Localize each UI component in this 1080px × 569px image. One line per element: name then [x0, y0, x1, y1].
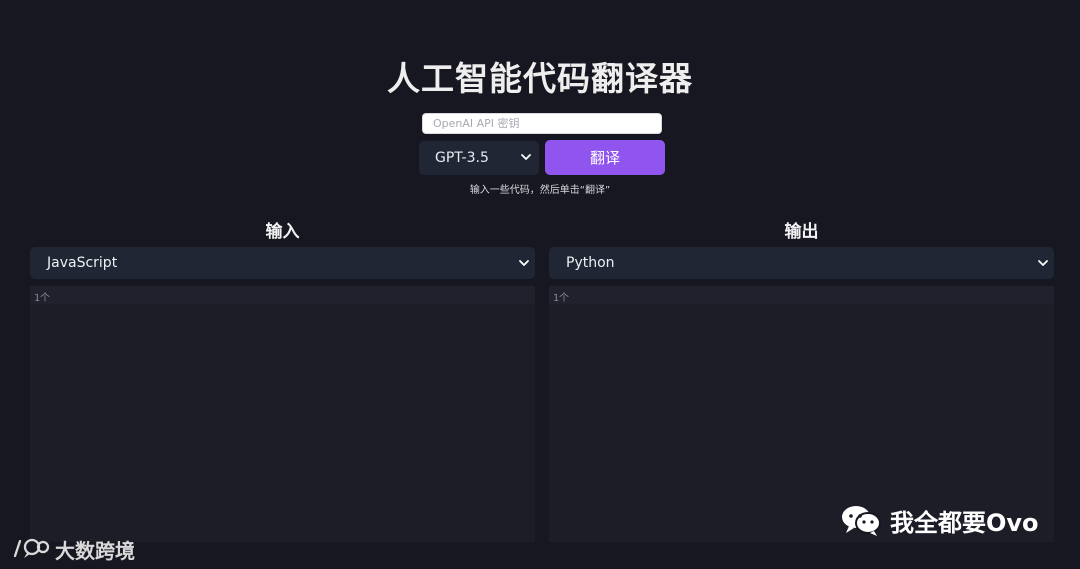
right-watermark: 我全都要Ovo: [840, 501, 1039, 539]
chevron-down-icon: [1038, 260, 1048, 266]
editor-line-row: 1个: [549, 286, 1054, 304]
line-number: 1个: [553, 293, 570, 304]
line-number: 1个: [34, 293, 51, 304]
editor-line-row: 1个: [30, 286, 535, 304]
input-language-select[interactable]: JavaScript: [30, 247, 535, 279]
page-title: 人工智能代码翻译器: [387, 59, 693, 98]
left-watermark: 大数跨境: [12, 535, 135, 563]
chevron-down-icon: [521, 154, 531, 160]
instruction-hint: 输入一些代码，然后单击“翻译”: [469, 185, 611, 196]
right-watermark-text: 我全都要Ovo: [890, 508, 1039, 537]
model-select-value: GPT-3.5: [435, 150, 489, 166]
chevron-down-icon: [519, 260, 529, 266]
input-heading: 输入: [265, 222, 300, 242]
translate-button[interactable]: 翻译: [545, 140, 665, 175]
model-select[interactable]: GPT-3.5: [419, 141, 539, 175]
openai-api-key-input[interactable]: [422, 113, 662, 134]
speech-bubble-logo-icon: [13, 538, 50, 558]
input-language-value: JavaScript: [47, 255, 118, 271]
output-language-value: Python: [566, 255, 615, 271]
output-heading: 输出: [784, 222, 819, 242]
input-code-editor[interactable]: 1个: [30, 286, 535, 542]
left-watermark-text: 大数跨境: [55, 538, 135, 563]
output-language-select[interactable]: Python: [549, 247, 1054, 279]
wechat-icon: [842, 506, 881, 536]
